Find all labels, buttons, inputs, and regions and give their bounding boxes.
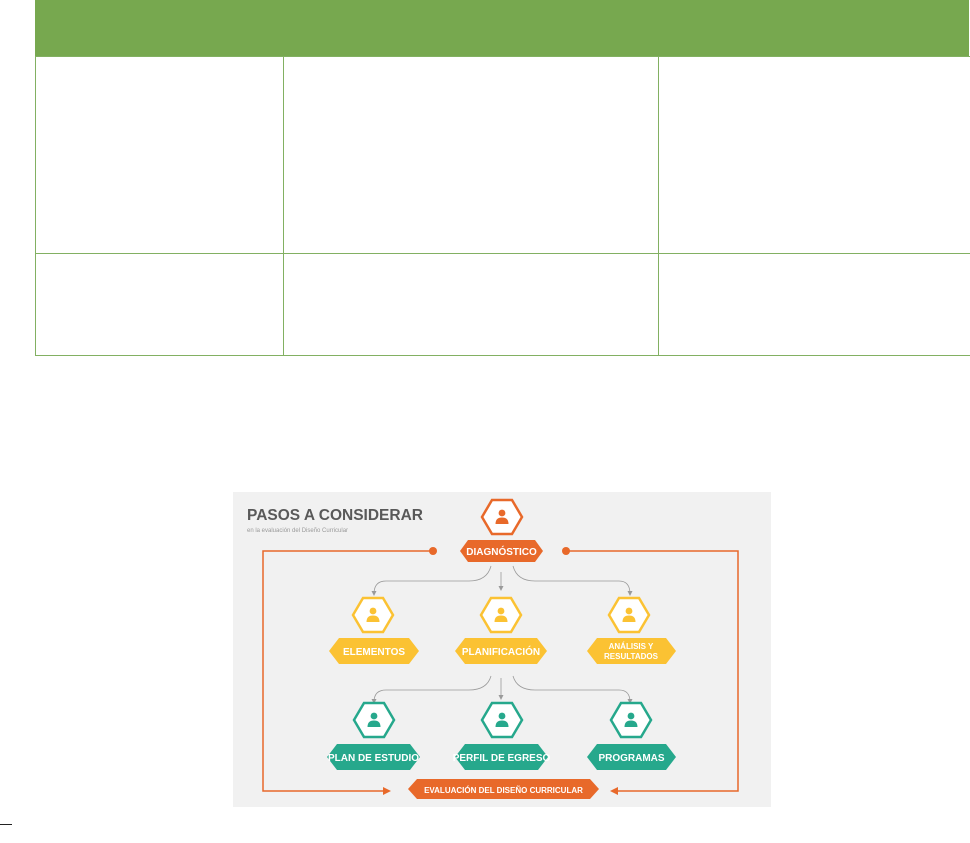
- connectors-level-1: [373, 565, 631, 595]
- user-icon: [480, 701, 524, 739]
- empty-table: [35, 0, 970, 356]
- step-analisis-label-2: RESULTADOS: [604, 652, 659, 661]
- table-cell: [35, 56, 284, 254]
- user-icon: [480, 498, 524, 536]
- user-icon: [609, 701, 653, 739]
- table-cell: [283, 56, 659, 254]
- step-evaluacion-label: EVALUACIÓN DEL DISEÑO CURRICULAR: [424, 786, 583, 795]
- infographic-title: PASOS A CONSIDERAR: [247, 507, 423, 524]
- user-icon: [351, 596, 395, 634]
- table-row: [35, 56, 970, 254]
- user-icon: [479, 596, 523, 634]
- step-planificacion-label: PLANIFICACIÓN: [462, 645, 540, 658]
- user-icon: [352, 701, 396, 739]
- step-diagnostico-label: DIAGNÓSTICO: [466, 545, 537, 558]
- table-body: [35, 56, 970, 356]
- arrow-left-icon: [610, 787, 618, 795]
- page-margin-mark: [0, 824, 12, 825]
- step-programas-label: PROGRAMAS: [598, 753, 664, 764]
- table-row: [35, 253, 970, 356]
- step-plan-estudio-label: PLAN DE ESTUDIO: [328, 753, 419, 764]
- step-perfil-egreso-label: PERFIL DE EGRESO: [453, 753, 551, 764]
- table-cell: [658, 253, 970, 356]
- table-cell: [35, 253, 284, 356]
- connector-dot: [429, 547, 437, 555]
- curricular-design-infographic: PASOS A CONSIDERAR en la evaluación del …: [233, 492, 771, 807]
- step-elementos-label: ELEMENTOS: [343, 647, 405, 658]
- infographic-diagram: PASOS A CONSIDERAR en la evaluación del …: [247, 498, 739, 799]
- infographic-subtitle: en la evaluación del Diseño Curricular: [247, 528, 348, 534]
- connectors-level-2: [373, 675, 631, 703]
- table-header: [35, 0, 969, 56]
- table-cell: [658, 56, 970, 254]
- user-icon: [607, 596, 651, 634]
- step-analisis-label-1: ANÁLISIS Y: [609, 642, 654, 651]
- table-cell: [283, 253, 659, 356]
- connector-dot: [562, 547, 570, 555]
- arrow-right-icon: [383, 787, 391, 795]
